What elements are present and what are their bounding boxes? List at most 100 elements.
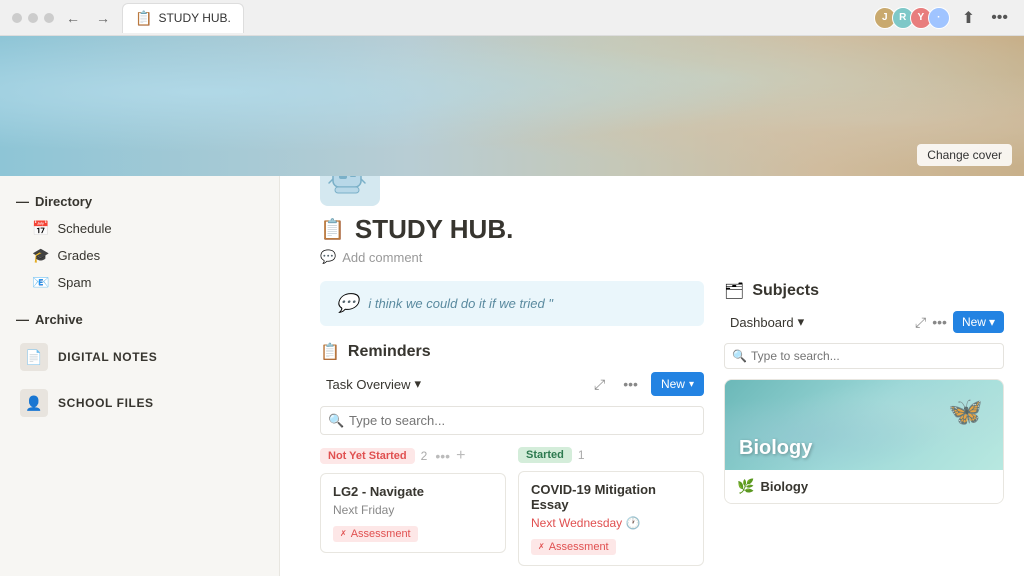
subjects-search-input[interactable]: [724, 343, 1004, 369]
subjects-new-label: New: [962, 315, 986, 329]
sidebar-directory-header[interactable]: — Directory: [0, 188, 279, 215]
not-started-dots: •••: [435, 448, 450, 464]
sidebar-archive-header[interactable]: — Archive: [0, 306, 279, 333]
task-tag-covid: ✗ Assessment: [531, 539, 616, 555]
task-title-lg2: LG2 - Navigate: [333, 484, 493, 499]
page-icon-area: [320, 176, 984, 206]
reminders-search-input[interactable]: [320, 406, 704, 435]
page-icon: [320, 176, 380, 206]
dashboard-label: Dashboard: [730, 315, 794, 330]
share-button[interactable]: ⬆: [958, 6, 979, 30]
avatar-4: ·: [928, 7, 950, 29]
archive-item-school-files[interactable]: 👤 SCHOOL FILES: [4, 381, 275, 425]
left-column: 💬 i think we could do it if we tried " 📋…: [320, 281, 704, 574]
digital-notes-icon: 📄: [20, 343, 48, 371]
sidebar-item-schedule[interactable]: 📅 Schedule •••: [4, 215, 275, 242]
more-button[interactable]: •••: [987, 7, 1012, 29]
dashboard-button[interactable]: Dashboard ▾: [724, 311, 810, 333]
task-columns: Not Yet Started 2 ••• + LG2 - Navigate N…: [320, 447, 704, 574]
quote-block: 💬 i think we could do it if we tried ": [320, 281, 704, 326]
directory-label: Directory: [35, 194, 92, 209]
browser-controls: [12, 13, 54, 23]
schedule-icon: 📅: [32, 220, 49, 237]
page-title-text: STUDY HUB.: [355, 214, 513, 245]
task-overview-label: Task Overview: [326, 377, 411, 392]
more-options-button[interactable]: •••: [618, 373, 643, 395]
add-comment[interactable]: 💬 Add comment: [320, 249, 984, 265]
page-body: — Directory 📅 Schedule ••• 🎓 Grades ••• …: [0, 176, 1024, 576]
sidebar-item-spam[interactable]: 📧 Spam •••: [4, 269, 275, 296]
cover-background: [0, 36, 1024, 176]
reminders-new-label: New: [661, 377, 685, 391]
subject-card-label-biology: Biology: [739, 437, 812, 460]
not-yet-started-count: 2: [421, 449, 428, 463]
subjects-header: 🗂 Subjects: [724, 281, 1004, 301]
started-header: Started 1: [518, 447, 704, 463]
reminders-search-icon: 🔍: [328, 413, 344, 429]
page-title-icon: 📋: [320, 217, 345, 242]
dragonfly-icon: 🦋: [948, 395, 983, 428]
schedule-label: Schedule: [57, 221, 236, 236]
archive-dash: —: [16, 312, 29, 327]
tag-dot: ✗: [340, 529, 347, 538]
subjects-more-button[interactable]: •••: [932, 314, 947, 330]
quote-text: i think we could do it if we tried ": [368, 296, 553, 311]
right-column: 🗂 Subjects Dashboard ▾ ⤢ ••• New: [724, 281, 1004, 574]
archive-item-digital-notes[interactable]: 📄 DIGITAL NOTES: [4, 335, 275, 379]
subject-card-biology[interactable]: 🦋 Biology 🌿 Biology: [724, 379, 1004, 504]
expand-icon-button[interactable]: ⤢: [589, 373, 610, 396]
digital-notes-label: DIGITAL NOTES: [58, 350, 157, 364]
subjects-search-icon: 🔍: [732, 349, 747, 363]
avatar-group: J R Y ·: [878, 7, 950, 29]
school-files-label: SCHOOL FILES: [58, 396, 154, 410]
subjects-new-caret: ▾: [989, 315, 995, 329]
browser-actions: J R Y · ⬆ •••: [878, 6, 1012, 30]
task-title-covid: COVID-19 Mitigation Essay: [531, 482, 691, 512]
quote-icon: 💬: [336, 293, 358, 314]
reminders-icon: 📋: [320, 342, 340, 362]
not-yet-started-badge: Not Yet Started: [320, 448, 415, 464]
new-btn-caret: ▾: [689, 379, 694, 390]
tab-label: STUDY HUB.: [158, 11, 230, 25]
task-card-lg2[interactable]: LG2 - Navigate Next Friday ✗ Assessment: [320, 473, 506, 553]
subjects-new-button[interactable]: New ▾: [953, 311, 1004, 333]
sidebar: — Directory 📅 Schedule ••• 🎓 Grades ••• …: [0, 176, 280, 576]
browser-dot-red: [12, 13, 22, 23]
subjects-title: Subjects: [752, 282, 1004, 300]
page-header-area: 📋 STUDY HUB. 💬 Add comment: [280, 176, 1024, 265]
forward-button[interactable]: →: [92, 8, 114, 28]
task-tag-lg2: ✗ Assessment: [333, 526, 418, 542]
subject-card-footer-biology: 🌿 Biology: [725, 470, 1003, 503]
reminders-new-button[interactable]: New ▾: [651, 372, 704, 396]
subjects-expand-button[interactable]: ⤢: [915, 314, 926, 331]
subject-card-image-biology: 🦋 Biology: [725, 380, 1003, 470]
task-card-covid[interactable]: COVID-19 Mitigation Essay Next Wednesday…: [518, 471, 704, 566]
biology-footer-icon: 🌿: [737, 478, 754, 495]
task-date-covid: Next Wednesday 🕐: [531, 516, 691, 530]
spam-icon: 📧: [32, 274, 49, 291]
task-overview-button[interactable]: Task Overview ▾: [320, 373, 427, 395]
change-cover-button[interactable]: Change cover: [917, 144, 1012, 166]
spam-label: Spam: [57, 275, 236, 290]
page-title: 📋 STUDY HUB.: [320, 214, 984, 245]
started-badge: Started: [518, 447, 572, 463]
not-yet-started-header: Not Yet Started 2 ••• +: [320, 447, 506, 465]
cover: Change cover: [0, 36, 1024, 176]
sidebar-item-grades[interactable]: 🎓 Grades •••: [4, 242, 275, 269]
biology-footer-label: Biology: [760, 479, 808, 494]
add-comment-label: Add comment: [342, 250, 422, 265]
browser-dot-green: [44, 13, 54, 23]
grades-label: Grades: [57, 248, 236, 263]
grades-icon: 🎓: [32, 247, 49, 264]
not-started-plus[interactable]: +: [456, 447, 465, 465]
not-yet-started-column: Not Yet Started 2 ••• + LG2 - Navigate N…: [320, 447, 506, 574]
browser-tab[interactable]: 📋 STUDY HUB.: [122, 3, 244, 33]
comment-icon: 💬: [320, 249, 336, 265]
archive-label: Archive: [35, 312, 83, 327]
task-overview-chevron: ▾: [415, 376, 422, 392]
tag-dot-covid: ✗: [538, 542, 545, 551]
back-button[interactable]: ←: [62, 8, 84, 28]
subjects-search-wrapper: 🔍: [724, 343, 1004, 369]
page: Change cover — Directory 📅 Schedule ••• …: [0, 36, 1024, 576]
content-grid: 💬 i think we could do it if we tried " 📋…: [280, 281, 1024, 576]
